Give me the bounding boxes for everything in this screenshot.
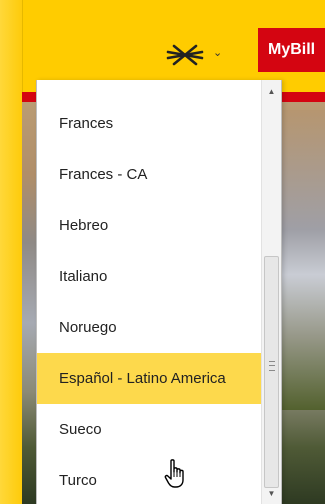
language-option-sueco[interactable]: Sueco [37,404,261,455]
language-selector[interactable]: ⌄ [165,36,250,72]
language-option-noruego[interactable]: Noruego [37,302,261,353]
page-gutter [0,0,22,504]
language-option-list: Frances Frances - CA Hebreo Italiano Nor… [37,98,261,504]
language-option-italiano[interactable]: Italiano [37,251,261,302]
chevron-down-icon: ⌄ [213,46,223,59]
language-option-frances[interactable]: Frances [37,98,261,149]
scrollbar-thumb[interactable] [264,256,279,488]
language-dropdown: Frances Frances - CA Hebreo Italiano Nor… [36,80,282,504]
language-option-turco[interactable]: Turco [37,455,261,504]
scroll-down-arrow-icon[interactable]: ▼ [262,484,281,502]
dropdown-scrollbar[interactable]: ▲ ▼ [261,80,281,504]
language-option-frances-ca[interactable]: Frances - CA [37,149,261,200]
hero-image-right-strip [280,110,325,410]
flag-globe-icon [166,44,204,66]
mybill-button[interactable]: MyBill [258,28,325,72]
language-option-hebreo[interactable]: Hebreo [37,200,261,251]
scroll-up-arrow-icon[interactable]: ▲ [262,82,281,100]
grip-icon [269,361,275,371]
language-option-espanol-latino-america[interactable]: Español - Latino America [37,353,261,404]
